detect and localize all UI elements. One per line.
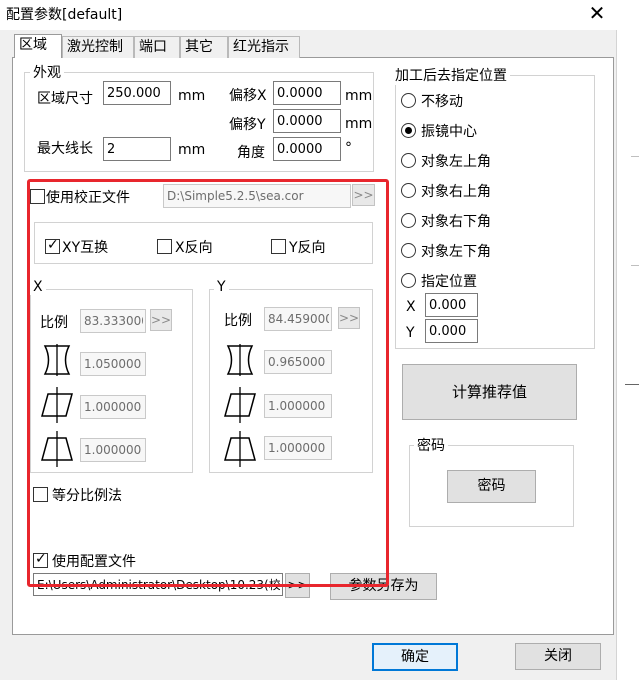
radio-label-no-move: 不移动 <box>421 94 463 110</box>
offset-y-input[interactable] <box>273 109 341 133</box>
goto-x-label: X <box>406 299 416 315</box>
config-file-path[interactable] <box>33 573 283 596</box>
radio-object-bottom-right[interactable] <box>401 213 416 228</box>
proportional-label: 等分比例法 <box>52 488 122 504</box>
angle-input[interactable] <box>273 137 341 161</box>
y-parallelogram-input <box>264 394 332 418</box>
y-trapezoid-input <box>264 436 332 460</box>
radio-no-move[interactable] <box>401 93 416 108</box>
offset-y-label: 偏移Y <box>229 117 266 133</box>
x-reverse-checkbox[interactable] <box>157 239 172 254</box>
radio-label-specified-position: 指定位置 <box>421 274 477 290</box>
parallelogram-icon <box>224 387 256 423</box>
proportional-checkbox[interactable] <box>33 487 48 502</box>
password-button[interactable]: 密码 <box>447 470 536 503</box>
max-line-unit: mm <box>178 142 206 158</box>
y-reverse-checkbox[interactable] <box>271 239 286 254</box>
password-legend: 密码 <box>414 435 448 455</box>
calculate-recommended-button[interactable]: 计算推荐值 <box>402 364 577 420</box>
radio-object-bottom-left[interactable] <box>401 243 416 258</box>
trapezoid-icon <box>41 431 73 467</box>
x-trapezoid-input <box>80 438 146 462</box>
tab-laser-control[interactable]: 激光控制 <box>62 36 134 58</box>
goto-position-legend: 加工后去指定位置 <box>392 65 510 85</box>
appearance-legend: 外观 <box>30 62 64 82</box>
radio-specified-position[interactable] <box>401 273 416 288</box>
radio-label-object-top-right: 对象右上角 <box>421 184 491 200</box>
angle-label: 角度 <box>237 145 265 161</box>
radio-label-object-bottom-left: 对象左下角 <box>421 244 491 260</box>
radio-object-top-right[interactable] <box>401 183 416 198</box>
x-scale-input <box>80 309 146 333</box>
parallelogram-icon <box>41 387 73 423</box>
tab-area[interactable]: 区域 <box>14 34 62 58</box>
tab-port[interactable]: 端口 <box>134 36 180 58</box>
radio-galvo-center[interactable] <box>401 123 416 138</box>
correction-file-path <box>163 184 351 208</box>
radio-label-galvo-center: 振镜中心 <box>421 124 477 140</box>
close-button[interactable]: 关闭 <box>515 643 601 670</box>
area-size-unit: mm <box>178 88 206 104</box>
x-scale-label: 比例 <box>40 315 68 331</box>
x-scale-button[interactable]: >> <box>150 309 172 331</box>
use-config-file-label: 使用配置文件 <box>52 554 136 570</box>
max-line-label: 最大线长 <box>37 141 93 157</box>
area-size-label: 区域尺寸 <box>37 91 93 107</box>
close-icon[interactable]: ✕ <box>586 2 608 24</box>
tab-red-light[interactable]: 红光指示 <box>228 36 300 58</box>
y-scale-label: 比例 <box>224 313 252 329</box>
ok-button[interactable]: 确定 <box>372 643 458 671</box>
use-correction-file-checkbox[interactable] <box>30 189 45 204</box>
config-file-browse-button[interactable]: >> <box>285 573 310 598</box>
goto-y-label: Y <box>406 325 415 341</box>
radio-label-object-bottom-right: 对象右下角 <box>421 214 491 230</box>
xy-swap-label: XY互换 <box>62 240 109 256</box>
max-line-input[interactable] <box>103 137 171 161</box>
y-scale-input <box>264 307 332 331</box>
y-scale-button[interactable]: >> <box>338 307 360 329</box>
offset-y-unit: mm <box>345 116 373 132</box>
x-group-legend: X <box>30 279 46 295</box>
offset-x-label: 偏移X <box>229 88 267 104</box>
barrel-distortion-icon <box>43 344 71 376</box>
y-group-legend: Y <box>214 279 229 295</box>
x-barrel-input <box>80 352 146 376</box>
xy-swap-checkbox[interactable]: ✓ <box>45 237 60 254</box>
goto-x-input[interactable] <box>425 293 478 317</box>
x-reverse-label: X反向 <box>175 240 213 256</box>
angle-unit: ° <box>345 140 352 156</box>
goto-y-input[interactable] <box>425 319 478 343</box>
radio-selected-dot <box>405 127 412 134</box>
tab-other[interactable]: 其它 <box>180 36 228 58</box>
trapezoid-icon <box>224 431 256 467</box>
use-config-file-checkbox[interactable]: ✓ <box>33 551 48 568</box>
save-params-as-button[interactable]: 参数另存为 <box>330 573 437 600</box>
y-barrel-input <box>264 350 332 374</box>
window-title: 配置参数[default] <box>6 7 123 23</box>
barrel-distortion-icon <box>226 344 254 376</box>
area-size-input[interactable] <box>103 81 171 105</box>
radio-object-top-left[interactable] <box>401 153 416 168</box>
use-correction-file-label: 使用校正文件 <box>46 190 130 206</box>
y-reverse-label: Y反向 <box>289 240 326 256</box>
offset-x-input[interactable] <box>273 81 341 105</box>
radio-label-object-top-left: 对象左上角 <box>421 154 491 170</box>
correction-file-browse-button[interactable]: >> <box>352 184 375 206</box>
x-parallelogram-input <box>80 395 146 419</box>
background-window-strip <box>616 30 639 680</box>
offset-x-unit: mm <box>345 88 373 104</box>
